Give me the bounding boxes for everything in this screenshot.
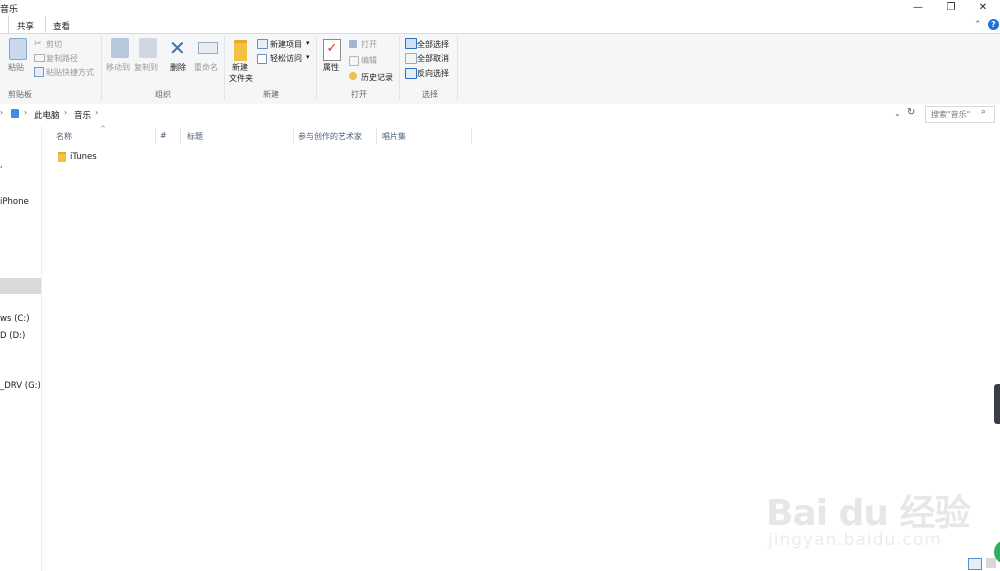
paste-shortcut-icon [34, 67, 44, 77]
column-header-album[interactable]: 唱片集 [382, 131, 406, 142]
scissors-icon: ✂ [34, 39, 42, 49]
watermark-text: Bai du 经验 [766, 493, 971, 534]
chevron-down-icon: ▾ [306, 39, 310, 47]
history-button[interactable]: 历史记录 [361, 72, 393, 83]
search-icon[interactable]: ⌕ [981, 107, 986, 117]
select-all-icon [405, 38, 417, 49]
group-label-open: 打开 [351, 90, 367, 99]
window-title: 音乐 [0, 5, 19, 15]
music-folder-icon [11, 109, 19, 118]
navigation-pane [0, 126, 42, 571]
history-icon [349, 72, 357, 80]
copy-path-button[interactable]: 复制路径 [46, 53, 78, 64]
column-divider[interactable] [471, 128, 472, 144]
chevron-right-icon: › [0, 108, 4, 117]
select-none-button[interactable]: 全部取消 [417, 53, 449, 64]
tab-share[interactable]: 共享 [17, 20, 34, 32]
chevron-right-icon: › [64, 108, 68, 117]
folder-icon [58, 152, 66, 162]
column-header-artist[interactable]: 参与创作的艺术家 [298, 131, 362, 142]
new-folder-icon [234, 40, 247, 61]
new-item-icon [257, 39, 268, 49]
select-all-button[interactable]: 全部选择 [417, 39, 449, 50]
watermark-url: jingyan.baidu.com [768, 530, 942, 550]
cut-button[interactable]: 剪切 [46, 39, 62, 50]
new-folder-button-line1[interactable]: 新建 [232, 62, 248, 73]
sort-up-icon: ^ [100, 125, 106, 133]
paste-icon [9, 38, 27, 60]
chevron-right-icon: › [24, 108, 28, 117]
nav-item-drive-c[interactable]: ws (C:) [0, 314, 30, 324]
copy-path-icon [34, 54, 45, 62]
column-divider[interactable] [180, 128, 181, 144]
properties-icon: ✓ [323, 39, 341, 61]
file-name[interactable]: iTunes [70, 152, 97, 162]
column-header-title[interactable]: 标题 [187, 131, 203, 142]
paste-shortcut-button[interactable]: 粘贴快捷方式 [46, 67, 94, 78]
ribbon-divider [316, 36, 317, 100]
breadcrumb-music[interactable]: 音乐 [74, 109, 91, 121]
nav-item-iphone[interactable]: iPhone [0, 197, 29, 207]
search-placeholder: 搜索"音乐" [931, 110, 971, 119]
group-label-organize: 组织 [155, 90, 171, 99]
edit-button[interactable]: 编辑 [361, 55, 377, 66]
help-icon[interactable]: ? [988, 19, 999, 30]
copy-to-icon [139, 38, 157, 58]
address-bar-row [0, 104, 1000, 126]
address-history-chevron-down-icon[interactable]: ⌄ [894, 109, 901, 118]
open-button[interactable]: 打开 [361, 39, 377, 50]
invert-selection-button[interactable]: 反向选择 [417, 68, 449, 79]
title-bar [0, 0, 1000, 16]
properties-button[interactable]: 属性 [323, 62, 339, 73]
column-header-number[interactable]: # [160, 131, 167, 140]
rename-icon [198, 42, 218, 54]
ribbon-divider [101, 36, 102, 100]
refresh-icon[interactable]: ↻ [907, 107, 915, 118]
nav-collapsed-marker: , [0, 160, 3, 169]
column-divider[interactable] [293, 128, 294, 144]
group-label-new: 新建 [263, 90, 279, 99]
delete-button[interactable]: 删除 [170, 62, 186, 73]
nav-item-drive-d[interactable]: D (D:) [0, 331, 25, 341]
nav-item-drive-g[interactable]: _DRV (G:) [0, 381, 41, 391]
tab-view[interactable]: 查看 [53, 20, 70, 32]
details-view-icon[interactable] [968, 558, 982, 570]
open-icon [349, 40, 357, 48]
breadcrumb-this-pc[interactable]: 此电脑 [34, 109, 60, 121]
column-divider[interactable] [155, 128, 156, 144]
chevron-right-icon[interactable]: › [95, 108, 98, 117]
easy-access-icon [257, 54, 267, 64]
nav-item-selected[interactable] [0, 278, 41, 294]
column-divider[interactable] [376, 128, 377, 144]
new-folder-button-line2[interactable]: 文件夹 [229, 73, 253, 84]
floating-side-widget[interactable] [994, 384, 1000, 424]
move-to-button[interactable]: 移动到 [106, 62, 130, 73]
select-none-icon [405, 53, 417, 64]
edit-icon [349, 56, 359, 66]
column-header-name[interactable]: 名称 [56, 131, 72, 142]
delete-icon: ✕ [169, 36, 186, 60]
copy-to-button[interactable]: 复制到 [134, 62, 158, 73]
minimize-button[interactable]: — [903, 0, 933, 16]
new-item-button[interactable]: 新建项目 [270, 39, 302, 50]
move-to-icon [111, 38, 129, 58]
rename-button[interactable]: 重命名 [194, 62, 218, 73]
ribbon-divider [224, 36, 225, 100]
paste-button[interactable]: 粘贴 [8, 62, 24, 73]
easy-access-button[interactable]: 轻松访问 [270, 53, 302, 64]
group-label-clipboard: 剪贴板 [8, 90, 32, 99]
collapse-ribbon-icon[interactable]: ⌃ [974, 20, 982, 30]
invert-selection-icon [405, 68, 417, 79]
group-label-select: 选择 [422, 90, 438, 99]
chevron-down-icon: ▾ [306, 53, 310, 61]
large-icons-view-icon[interactable] [986, 558, 996, 568]
restore-button[interactable]: ❐ [936, 0, 966, 16]
ribbon-divider [399, 36, 400, 100]
close-button[interactable]: ✕ [968, 0, 998, 16]
ribbon-divider [457, 36, 458, 100]
